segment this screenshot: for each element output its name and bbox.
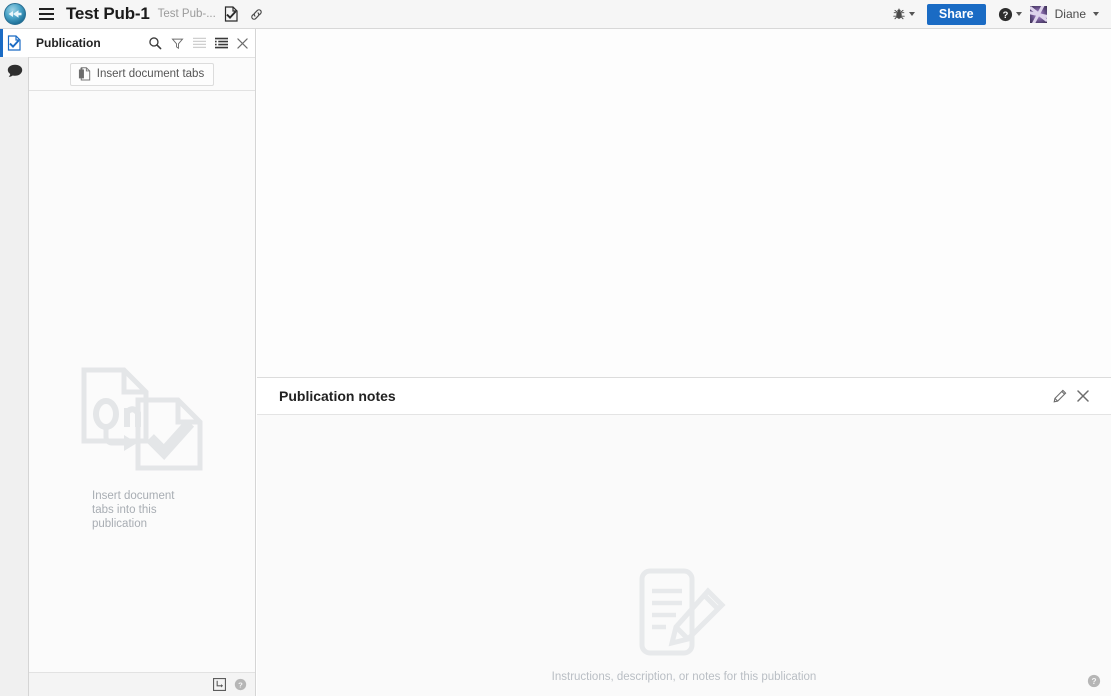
bug-report-button[interactable]: [886, 0, 921, 29]
publication-notes-header: Publication notes: [257, 378, 1111, 415]
panel-footer: ?: [29, 672, 255, 696]
pencil-edit-icon[interactable]: [1053, 389, 1067, 403]
link-icon[interactable]: [248, 5, 266, 23]
hamburger-menu-icon[interactable]: [35, 0, 57, 29]
documents-check-illustration: [81, 367, 203, 471]
panel-action-toolbar: Insert document tabs: [29, 58, 255, 91]
publication-notes-empty-state: Instructions, description, or notes for …: [257, 567, 1111, 683]
main-content-area: Publication notes Instructions, descript…: [257, 29, 1111, 696]
help-circle-icon[interactable]: ?: [1087, 674, 1101, 688]
list-view-icon[interactable]: [193, 37, 206, 49]
page-title: Test Pub-1: [66, 4, 150, 23]
insert-document-tabs-label: Insert document tabs: [96, 68, 205, 80]
publication-notes-empty-text: Instructions, description, or notes for …: [551, 671, 817, 683]
sidebar-item-publication[interactable]: [0, 29, 29, 57]
svg-text:?: ?: [238, 680, 243, 689]
insert-document-icon: [78, 67, 90, 81]
app-logo-icon: [3, 3, 26, 25]
tree-view-icon[interactable]: [215, 37, 228, 49]
left-icon-rail: [0, 29, 29, 696]
panel-header: Publication: [29, 29, 255, 58]
panel-title: Publication: [36, 36, 101, 50]
publication-notes-title: Publication notes: [279, 388, 396, 404]
search-icon[interactable]: [148, 36, 162, 50]
help-button[interactable]: ?: [992, 0, 1028, 29]
top-header-bar: Test Pub-1 Test Pub-... Share ? Diane: [0, 0, 1111, 29]
page-subtitle: Test Pub-...: [157, 8, 216, 20]
close-icon[interactable]: [1077, 390, 1089, 402]
help-circle-icon[interactable]: ?: [234, 678, 247, 691]
bug-icon: [893, 8, 905, 20]
chevron-down-icon: [1093, 12, 1099, 16]
logo-arrow-icon: [8, 10, 21, 18]
panel-toolbar-icons: [148, 36, 248, 50]
panel-empty-state: Insert document tabs into this publicati…: [29, 367, 255, 531]
chevron-down-icon: [908, 12, 915, 16]
document-check-icon[interactable]: [223, 5, 241, 23]
publication-canvas[interactable]: [257, 29, 1111, 377]
user-name: Diane: [1054, 7, 1086, 21]
comment-bubble-icon: [7, 64, 22, 77]
topbar-right-controls: Share ? Diane: [886, 0, 1111, 29]
publication-notes-panel: Publication notes Instructions, descript…: [257, 377, 1111, 696]
publication-notes-header-tools: [1053, 389, 1089, 403]
panel-content-area: Insert document tabs into this publicati…: [29, 91, 255, 672]
close-icon[interactable]: [237, 37, 248, 49]
publication-notes-body[interactable]: Instructions, description, or notes for …: [257, 415, 1111, 696]
notepad-pencil-illustration: [639, 568, 726, 656]
help-circle-icon: ?: [998, 7, 1012, 21]
sidebar-item-comments[interactable]: [0, 57, 29, 85]
panel-empty-text: Insert document tabs into this publicati…: [92, 490, 175, 530]
filter-icon[interactable]: [171, 37, 184, 50]
document-check-icon: [7, 35, 21, 51]
svg-text:?: ?: [1091, 676, 1096, 686]
app-logo[interactable]: [0, 0, 29, 29]
avatar: [1029, 5, 1047, 23]
panel-layout-icon[interactable]: [213, 678, 226, 691]
chevron-down-icon: [1015, 12, 1022, 16]
publication-panel: Publication Insert document tabs Insert …: [29, 29, 256, 696]
svg-text:?: ?: [1002, 10, 1008, 20]
user-menu-button[interactable]: Diane: [1028, 0, 1105, 29]
insert-document-tabs-button[interactable]: Insert document tabs: [69, 62, 215, 86]
share-button[interactable]: Share: [926, 3, 986, 25]
